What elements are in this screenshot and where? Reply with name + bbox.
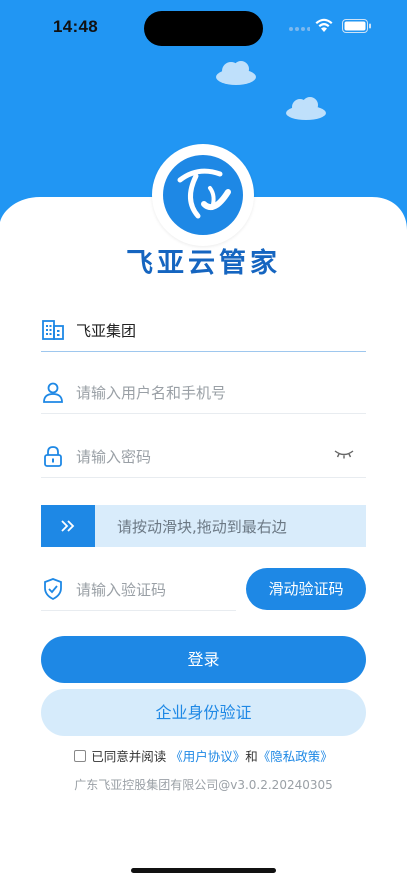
- enterprise-auth-button[interactable]: 企业身份验证: [41, 689, 366, 736]
- company-field[interactable]: 飞亚集团: [41, 308, 366, 352]
- status-time: 14:48: [53, 17, 98, 36]
- agreement-prefix: 已同意并阅读: [91, 749, 167, 764]
- slide-verify-handle[interactable]: [41, 505, 95, 547]
- copyright-text: 广东飞亚控股集团有限公司@v3.0.2.20240305: [74, 778, 333, 792]
- captcha-input[interactable]: 请输入验证码: [76, 579, 166, 600]
- battery-icon: [342, 19, 371, 33]
- username-field[interactable]: 请输入用户名和手机号: [41, 370, 366, 414]
- captcha-field[interactable]: 请输入验证码: [41, 567, 236, 611]
- field-underline: [41, 610, 236, 611]
- password-input[interactable]: 请输入密码: [76, 446, 151, 467]
- agreement-and: 和: [245, 749, 258, 764]
- lock-icon: [44, 446, 62, 467]
- home-indicator: [131, 868, 276, 873]
- double-chevron-right-icon: [61, 520, 75, 532]
- agreement-row: 已同意并阅读 《用户协议》和《隐私政策》: [0, 746, 407, 765]
- app-logo-icon: [163, 155, 243, 235]
- field-underline: [41, 351, 366, 352]
- password-field[interactable]: 请输入密码: [41, 434, 366, 478]
- status-bar: 14:48: [0, 0, 407, 56]
- building-icon: [42, 320, 64, 340]
- shield-check-icon: [44, 578, 62, 601]
- username-input[interactable]: 请输入用户名和手机号: [76, 382, 226, 403]
- wifi-icon: [315, 18, 333, 32]
- field-underline: [41, 413, 366, 414]
- cloud-icon: [216, 61, 256, 85]
- slide-captcha-button[interactable]: 滑动验证码: [246, 568, 366, 610]
- eye-closed-icon[interactable]: [334, 448, 354, 460]
- agreement-checkbox[interactable]: [74, 750, 87, 762]
- login-button[interactable]: 登录: [41, 636, 366, 683]
- privacy-policy-link[interactable]: 《隐私政策》: [258, 749, 333, 764]
- user-icon: [43, 382, 63, 403]
- company-value: 飞亚集团: [76, 322, 137, 340]
- app-logo: [152, 144, 254, 246]
- slide-verify-track[interactable]: 请按动滑块,拖动到最右边: [41, 505, 366, 547]
- dynamic-island: [144, 11, 263, 46]
- field-underline: [41, 477, 366, 478]
- cellular-signal-icon: [289, 27, 310, 31]
- cloud-icon: [286, 97, 326, 120]
- user-agreement-link[interactable]: 《用户协议》: [170, 749, 245, 764]
- app-name: 飞亚云管家: [126, 248, 281, 279]
- slide-verify-hint: 请按动滑块,拖动到最右边: [117, 518, 287, 536]
